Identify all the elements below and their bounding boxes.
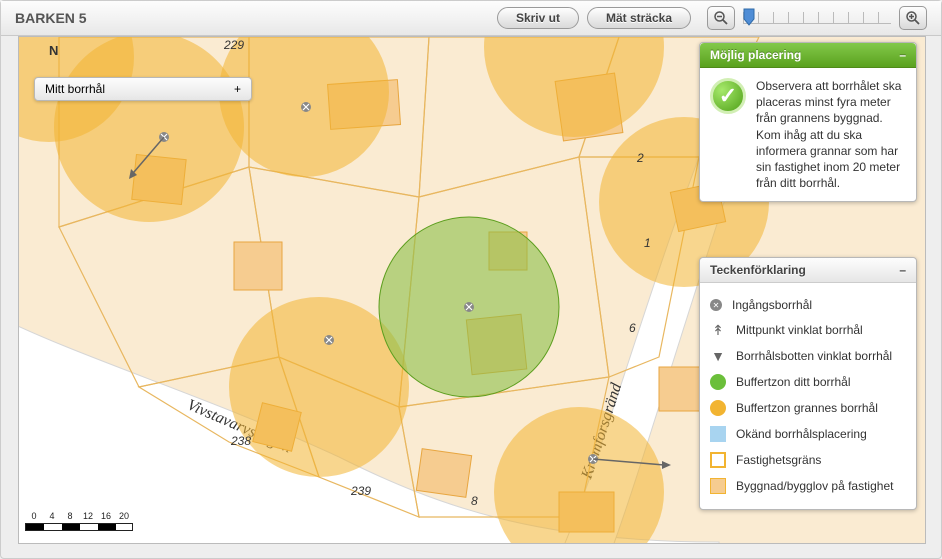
house-number: 229 xyxy=(223,38,244,52)
zoom-in-button[interactable] xyxy=(899,6,927,30)
zoom-out-icon xyxy=(713,10,729,26)
legend-swatch-bottom-icon: ▼ xyxy=(710,348,726,364)
status-panel-title: Möjlig placering xyxy=(710,48,801,62)
page-title: BARKEN 5 xyxy=(15,10,87,26)
legend-panel-header[interactable]: Teckenförklaring – xyxy=(700,258,916,283)
legend-swatch-blue-icon xyxy=(710,426,726,442)
house-number: 1 xyxy=(644,236,651,250)
legend-swatch-green-icon xyxy=(710,374,726,390)
legend-item: Byggnad/bygglov på fastighet xyxy=(710,473,906,499)
zoom-in-icon xyxy=(905,10,921,26)
collapse-icon[interactable]: – xyxy=(899,48,906,62)
north-indicator: N xyxy=(49,43,58,58)
house-number: 8 xyxy=(471,494,478,508)
legend-swatch-midpoint-icon: ↟ xyxy=(710,322,726,338)
topbar: BARKEN 5 Skriv ut Mät sträcka xyxy=(1,1,941,36)
measure-button[interactable]: Mät sträcka xyxy=(587,7,691,29)
plus-icon: + xyxy=(234,82,241,96)
scale-bar: 0 4 8 12 16 20 xyxy=(25,511,133,531)
legend-item: Buffertzon grannes borrhål xyxy=(710,395,906,421)
house-number: 239 xyxy=(350,484,371,498)
legend-item: Okänd borrhålsplacering xyxy=(710,421,906,447)
legend-item: ↟Mittpunkt vinklat borrhål xyxy=(710,317,906,343)
zoom-slider[interactable] xyxy=(743,12,891,24)
legend-panel: Teckenförklaring – Ingångsborrhål ↟Mittp… xyxy=(699,257,917,510)
print-button[interactable]: Skriv ut xyxy=(497,7,579,29)
status-panel-header[interactable]: Möjlig placering – xyxy=(700,43,916,68)
legend-swatch-building-icon xyxy=(710,478,726,494)
legend-swatch-border-icon xyxy=(710,452,726,468)
legend-item: Fastighetsgräns xyxy=(710,447,906,473)
slider-knob-icon[interactable] xyxy=(743,8,755,26)
zoom-controls xyxy=(707,6,927,30)
zoom-out-button[interactable] xyxy=(707,6,735,30)
status-panel: Möjlig placering – ✓ Observera att borrh… xyxy=(699,42,917,202)
my-borehole-toggle[interactable]: Mitt borrhål + xyxy=(34,77,252,101)
legend-item: Ingångsborrhål xyxy=(710,293,906,317)
collapse-icon[interactable]: – xyxy=(899,263,906,277)
house-number: 6 xyxy=(629,321,636,335)
legend-item: Buffertzon ditt borrhål xyxy=(710,369,906,395)
legend-swatch-orange-icon xyxy=(710,400,726,416)
legend-item: ▼Borrhålsbotten vinklat borrhål xyxy=(710,343,906,369)
my-borehole-label: Mitt borrhål xyxy=(45,82,105,96)
check-icon: ✓ xyxy=(710,78,746,114)
legend-panel-title: Teckenförklaring xyxy=(710,263,806,277)
map-canvas[interactable]: Vivstavarvsvägen Kramforsgränd xyxy=(18,36,926,544)
legend-list: Ingångsborrhål ↟Mittpunkt vinklat borrhå… xyxy=(710,293,906,499)
house-number: 2 xyxy=(636,151,644,165)
status-text: Observera att borrhålet ska placeras min… xyxy=(756,78,906,191)
legend-swatch-dot-icon xyxy=(710,299,722,311)
house-number: 238 xyxy=(230,434,251,448)
